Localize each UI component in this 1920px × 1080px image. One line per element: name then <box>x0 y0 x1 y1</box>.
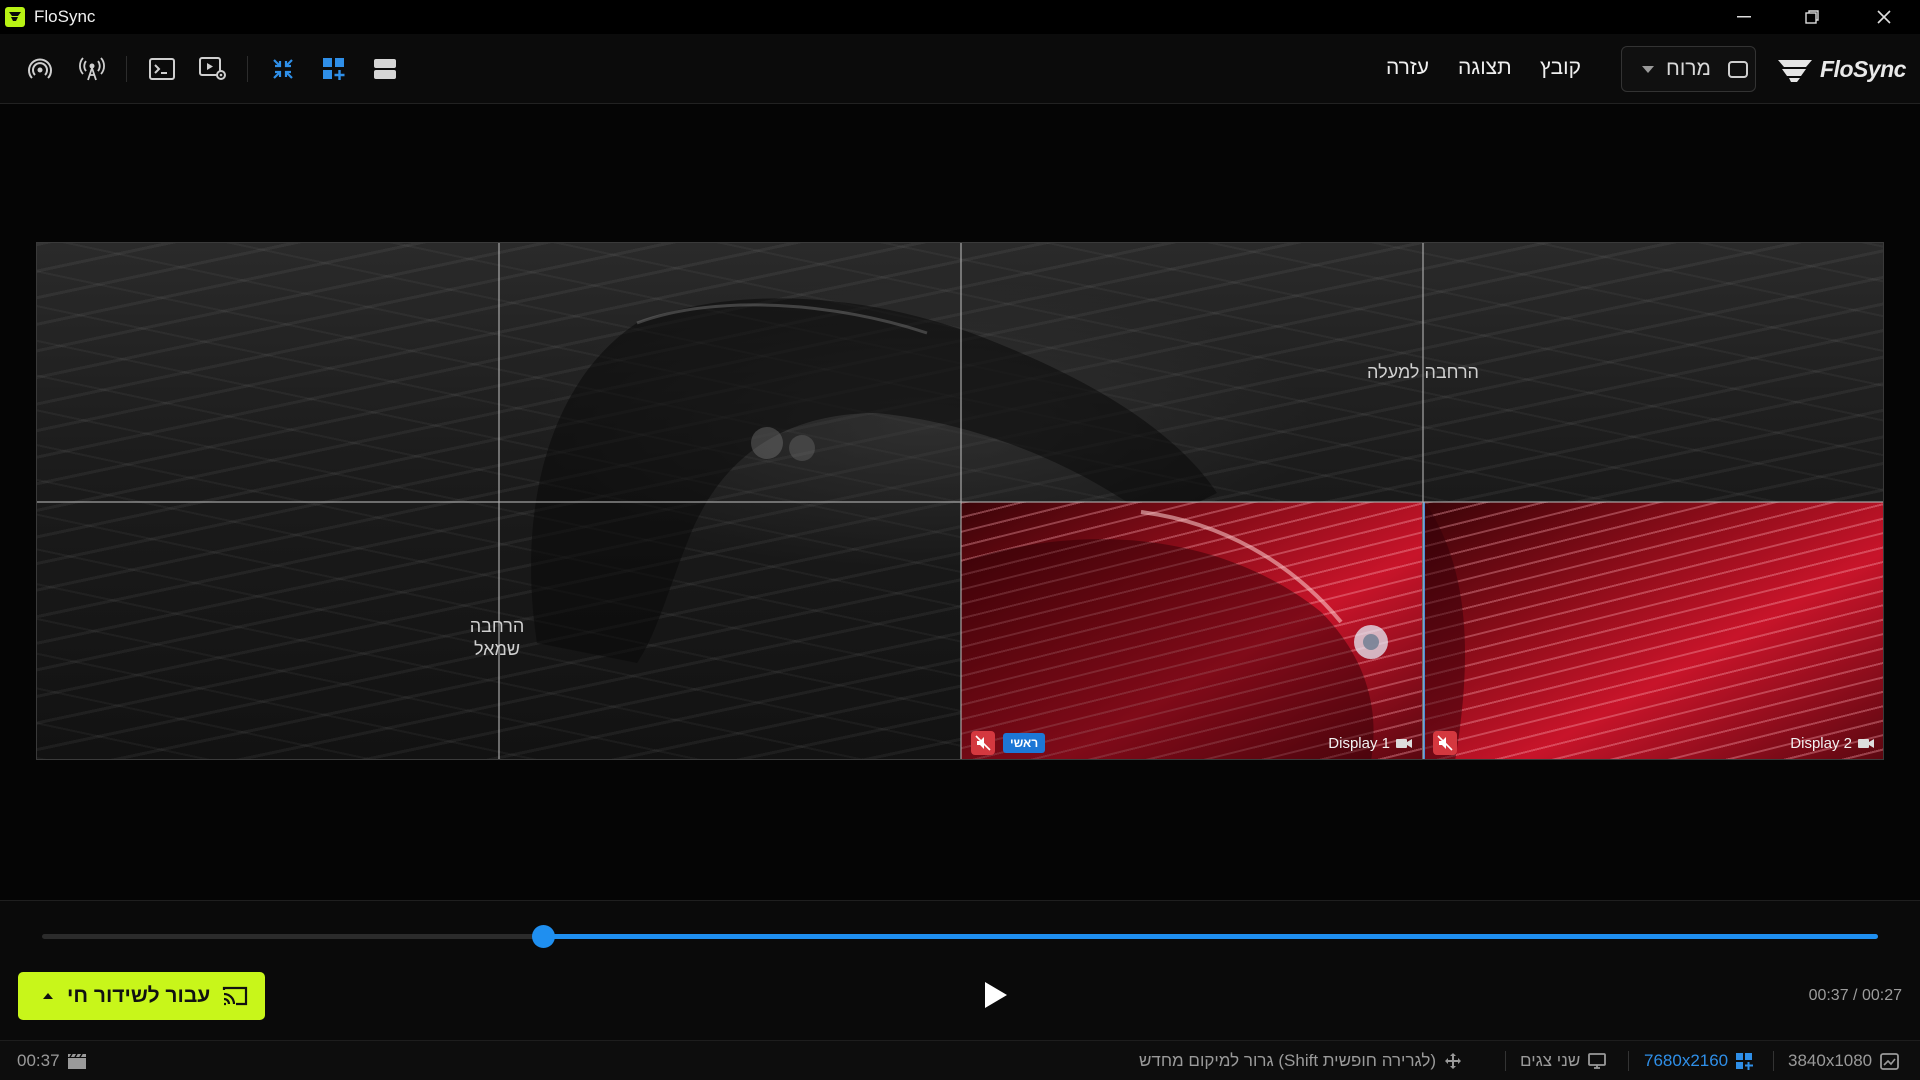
toolbar-divider <box>126 56 127 82</box>
status-divider <box>1628 1051 1629 1071</box>
collapse-icon[interactable] <box>268 54 298 84</box>
canvas-resolution-text: 7680x2160 <box>1644 1051 1729 1070</box>
menu-help[interactable]: עזרה <box>1386 56 1429 80</box>
display-2-name: Display 2 <box>1790 735 1852 752</box>
chevron-up-icon <box>43 993 53 999</box>
menu-view[interactable]: תצוגה <box>1458 56 1512 80</box>
expand-left-label-line1: הרחבה <box>469 616 525 636</box>
display-1-label: Display 1 <box>1328 735 1412 752</box>
time-separator: / <box>1848 987 1862 1004</box>
brand-name: FloSync <box>1820 55 1906 82</box>
screen-icon <box>1880 1052 1900 1070</box>
status-bar: 00:37 גרור למיקום מחדש (Shift לגרירה חופ… <box>0 1040 1920 1080</box>
mute-icon[interactable] <box>1433 731 1457 755</box>
stage-area: ראשי Display 1 Display 2 הרחבה למעלה הרח… <box>0 105 1920 900</box>
grid-line <box>37 501 1883 503</box>
add-grid-icon[interactable] <box>319 54 349 84</box>
car-image <box>1425 502 1465 759</box>
time-current: 00:27 <box>1861 987 1902 1004</box>
display-1-name: Display 1 <box>1328 735 1390 752</box>
app-title: FloSync <box>34 7 96 26</box>
timeline-thumb[interactable] <box>532 925 556 948</box>
expand-left-label-line2: שמאל <box>474 639 520 659</box>
toolbar-divider <box>247 56 248 82</box>
media-settings-icon[interactable] <box>198 54 228 84</box>
display-resolution-text: 3840x1080 <box>1788 1051 1873 1070</box>
status-displays: שני צגים <box>1520 1051 1607 1071</box>
video-wall-canvas[interactable]: ראשי Display 1 Display 2 הרחבה למעלה הרח… <box>36 242 1884 760</box>
frame-icon <box>1728 61 1748 78</box>
display-2-label: Display 2 <box>1790 735 1874 752</box>
displays-count-text: שני צגים <box>1520 1051 1581 1070</box>
status-divider <box>1505 1051 1506 1071</box>
playback-controls: עבור לשידור חי 00:37 / 00:27 <box>0 900 1920 1040</box>
camera-icon <box>1396 739 1412 748</box>
brand-logo: FloSync <box>1776 51 1906 87</box>
status-duration: 00:37 <box>17 1051 86 1071</box>
brand-logo-icon <box>1778 60 1812 82</box>
timeline-track[interactable] <box>42 925 1878 948</box>
status-drag-hint: גרור למיקום מחדש (Shift לגרירה חופשית) <box>1139 1051 1462 1071</box>
toolbar: עזרה תצוגה קובץ מרוח FloSync <box>0 34 1920 104</box>
mode-select-value: מרוח <box>1666 57 1711 80</box>
duration-text: 00:37 <box>17 1051 60 1070</box>
antenna-icon[interactable] <box>77 54 107 84</box>
minimize-button[interactable] <box>1710 0 1778 34</box>
expand-left-label[interactable]: הרחבה שמאל <box>447 615 547 661</box>
mode-select[interactable]: מרוח <box>1621 46 1756 92</box>
display-2-tile[interactable]: Display 2 <box>1423 502 1883 759</box>
terminal-icon[interactable] <box>147 54 177 84</box>
app-logo-icon <box>5 7 25 27</box>
mute-icon[interactable] <box>971 731 995 755</box>
drag-hint-text: גרור למיקום מחדש (Shift לגרירה חופשית) <box>1139 1051 1437 1070</box>
restore-button[interactable] <box>1778 0 1846 34</box>
menu-file[interactable]: קובץ <box>1540 56 1581 80</box>
rows-layout-icon[interactable] <box>370 54 400 84</box>
cast-icon <box>223 986 248 1006</box>
go-live-label: עבור לשידור חי <box>67 984 211 1007</box>
chevron-down-icon <box>1642 66 1654 73</box>
time-total: 00:37 <box>1808 987 1849 1004</box>
clapperboard-icon <box>67 1053 86 1069</box>
timeline-progress <box>543 934 1878 939</box>
camera-icon <box>1858 739 1874 748</box>
primary-badge: ראשי <box>1003 733 1046 753</box>
grid-icon <box>1736 1052 1754 1070</box>
monitor-icon <box>1588 1053 1607 1069</box>
time-readout: 00:37 / 00:27 <box>1809 987 1902 1005</box>
status-display-resolution: 3840x1080 <box>1788 1051 1900 1071</box>
status-divider <box>1773 1051 1774 1071</box>
go-live-button[interactable]: עבור לשידור חי <box>18 972 265 1020</box>
expand-up-label[interactable]: הרחבה למעלה <box>1361 361 1485 384</box>
broadcast-icon[interactable] <box>25 54 55 84</box>
move-icon <box>1445 1053 1462 1069</box>
play-button[interactable] <box>980 977 1012 1013</box>
display-1-tile[interactable]: ראשי Display 1 <box>961 502 1422 759</box>
car-image <box>961 510 1388 759</box>
title-bar: FloSync <box>0 0 1920 34</box>
status-canvas-resolution: 7680x2160 <box>1644 1051 1754 1071</box>
play-icon <box>985 982 1007 1008</box>
close-button[interactable] <box>1850 0 1918 34</box>
